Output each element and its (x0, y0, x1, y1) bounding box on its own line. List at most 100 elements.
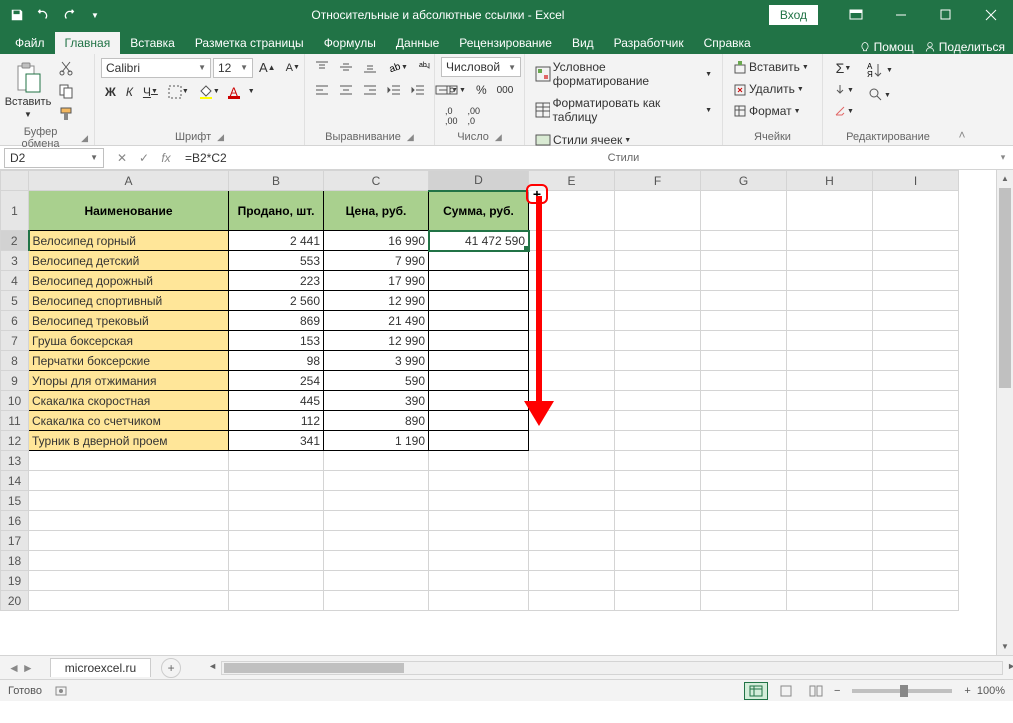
tab-home[interactable]: Главная (55, 32, 121, 54)
row-header-15[interactable]: 15 (1, 491, 29, 511)
cell-price[interactable]: 12 990 (324, 291, 429, 311)
tell-me[interactable]: Помощ (859, 40, 914, 54)
horizontal-scrollbar[interactable]: ◄ ► (221, 661, 1003, 675)
cell-qty[interactable]: 553 (229, 251, 324, 271)
row-header-18[interactable]: 18 (1, 551, 29, 571)
formula-input[interactable]: =B2*C2 (180, 151, 993, 165)
clear-icon[interactable]: ▼ (829, 101, 858, 121)
cell-price[interactable]: 7 990 (324, 251, 429, 271)
cell-price[interactable]: 3 990 (324, 351, 429, 371)
cell-qty[interactable]: 869 (229, 311, 324, 331)
col-header-A[interactable]: A (29, 171, 229, 191)
page-break-view-icon[interactable] (804, 682, 828, 700)
find-icon[interactable]: ▼ (862, 84, 897, 106)
row-header-3[interactable]: 3 (1, 251, 29, 271)
zoom-level[interactable]: 100% (977, 685, 1005, 697)
sheet-next-icon[interactable]: ► (22, 661, 34, 675)
decrease-decimal-icon[interactable]: ,00,0 (464, 103, 485, 129)
login-button[interactable]: Вход (769, 5, 818, 25)
table-header[interactable]: Продано, шт. (229, 191, 324, 231)
col-header-I[interactable]: I (873, 171, 959, 191)
row-header-19[interactable]: 19 (1, 571, 29, 591)
cell-price[interactable]: 590 (324, 371, 429, 391)
cell-sum[interactable] (429, 351, 529, 371)
orientation-icon[interactable]: ab▼ (383, 57, 412, 77)
fill-handle[interactable] (524, 246, 529, 251)
undo-icon[interactable] (31, 3, 55, 27)
cell-qty[interactable]: 254 (229, 371, 324, 391)
grow-font-icon[interactable]: A▲ (255, 57, 280, 78)
cell-sum[interactable] (429, 331, 529, 351)
close-icon[interactable] (968, 0, 1013, 30)
currency-icon[interactable]: ▼ (441, 80, 470, 100)
format-painter-icon[interactable] (54, 103, 78, 125)
macro-record-icon[interactable] (54, 684, 68, 698)
sort-filter-icon[interactable]: АЯ▼ (862, 57, 897, 83)
cell-sum[interactable] (429, 311, 529, 331)
increase-decimal-icon[interactable]: ,0,00 (441, 103, 462, 129)
col-header-G[interactable]: G (701, 171, 787, 191)
row-header-7[interactable]: 7 (1, 331, 29, 351)
zoom-slider[interactable] (852, 689, 952, 693)
cell-sum[interactable] (429, 391, 529, 411)
font-name-combo[interactable]: Calibri▼ (101, 58, 211, 78)
select-all-corner[interactable] (1, 171, 29, 191)
col-header-H[interactable]: H (787, 171, 873, 191)
tab-view[interactable]: Вид (562, 32, 604, 54)
cell-price[interactable]: 17 990 (324, 271, 429, 291)
align-right-icon[interactable] (359, 80, 381, 100)
format-table-button[interactable]: Форматировать как таблицу ▼ (531, 93, 716, 127)
ribbon-display-icon[interactable] (833, 0, 878, 30)
cell-qty[interactable]: 2 441 (229, 231, 324, 251)
cell-sum[interactable] (429, 411, 529, 431)
number-format-combo[interactable]: Числовой▼ (441, 57, 521, 77)
cell-qty[interactable]: 98 (229, 351, 324, 371)
cell-name[interactable]: Скакалка скоростная (29, 391, 229, 411)
table-header[interactable]: Цена, руб. (324, 191, 429, 231)
cell-name[interactable]: Велосипед спортивный (29, 291, 229, 311)
row-header-4[interactable]: 4 (1, 271, 29, 291)
cancel-formula-icon[interactable]: ✕ (112, 148, 132, 168)
percent-icon[interactable]: % (472, 80, 491, 100)
accept-formula-icon[interactable]: ✓ (134, 148, 154, 168)
cell-name[interactable]: Груша боксерская (29, 331, 229, 351)
italic-icon[interactable]: К (122, 82, 137, 102)
align-center-icon[interactable] (335, 80, 357, 100)
cell-qty[interactable]: 153 (229, 331, 324, 351)
align-middle-icon[interactable] (335, 57, 357, 77)
col-header-B[interactable]: B (229, 171, 324, 191)
tab-review[interactable]: Рецензирование (449, 32, 562, 54)
font-size-combo[interactable]: 12▼ (213, 58, 253, 78)
cell-price[interactable]: 890 (324, 411, 429, 431)
fill-icon[interactable]: ▼ (829, 80, 858, 100)
conditional-format-button[interactable]: Условное форматирование ▼ (531, 57, 716, 91)
cell-qty[interactable]: 112 (229, 411, 324, 431)
maximize-icon[interactable] (923, 0, 968, 30)
cell-sum[interactable] (429, 291, 529, 311)
redo-icon[interactable] (57, 3, 81, 27)
cell-qty[interactable]: 445 (229, 391, 324, 411)
row-header-17[interactable]: 17 (1, 531, 29, 551)
align-top-icon[interactable] (311, 57, 333, 77)
cell-sum[interactable] (429, 431, 529, 451)
autosum-icon[interactable]: Σ ▼ (829, 57, 858, 79)
worksheet-grid[interactable]: ABCDEFGHI1НаименованиеПродано, шт.Цена, … (0, 170, 1013, 655)
cell-styles-button[interactable]: Стили ячеек ▼ (531, 129, 635, 151)
cell-name[interactable]: Велосипед трековый (29, 311, 229, 331)
tab-developer[interactable]: Разработчик (604, 32, 694, 54)
cell-sum[interactable] (429, 371, 529, 391)
increase-indent-icon[interactable] (407, 80, 429, 100)
format-cells-button[interactable]: Формат ▼ (729, 101, 805, 121)
launcher-icon[interactable]: ◢ (495, 132, 502, 143)
cell-qty[interactable]: 223 (229, 271, 324, 291)
vertical-scrollbar[interactable]: ▲ ▼ (996, 170, 1013, 655)
fill-color-icon[interactable]: ▼ (195, 82, 224, 102)
cell-name[interactable]: Скакалка со счетчиком (29, 411, 229, 431)
launcher-icon[interactable]: ◢ (81, 133, 88, 144)
insert-cells-button[interactable]: Вставить ▼ (729, 57, 813, 77)
col-header-F[interactable]: F (615, 171, 701, 191)
zoom-out-icon[interactable]: − (834, 685, 840, 697)
cell-name[interactable]: Велосипед горный (29, 231, 229, 251)
col-header-E[interactable]: E (529, 171, 615, 191)
cut-icon[interactable] (54, 57, 78, 79)
